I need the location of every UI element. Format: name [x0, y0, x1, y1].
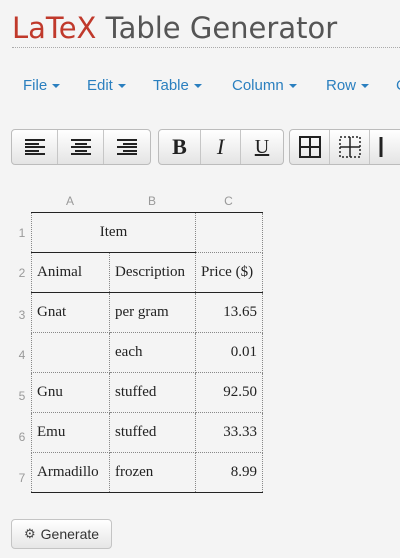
generate-label: Generate [40, 526, 100, 542]
table-row: Item [31, 212, 263, 253]
caret-down-icon [117, 84, 126, 89]
table-cell[interactable]: Item [31, 212, 196, 253]
text-format-group: B I U [158, 129, 284, 165]
table-cell[interactable]: stuffed [109, 412, 196, 453]
alignment-group [11, 129, 151, 165]
underline-icon: U [254, 136, 270, 158]
table-cell[interactable]: Description [109, 252, 196, 293]
table-row: Emu stuffed 33.33 [31, 412, 263, 453]
row-header-2[interactable]: 2 [14, 266, 30, 280]
menu-cell[interactable]: C [396, 76, 400, 96]
table-cell[interactable]: 0.01 [195, 332, 263, 373]
table-cell[interactable]: frozen [109, 452, 196, 493]
inner-borders-button[interactable] [330, 130, 371, 164]
column-header-b[interactable]: B [109, 194, 195, 208]
table-cell[interactable]: 13.65 [195, 292, 263, 333]
table-cell[interactable]: 8.99 [195, 452, 263, 493]
table-cell[interactable]: Price ($) [195, 252, 263, 293]
caret-down-icon [288, 84, 297, 89]
row-header-4[interactable]: 4 [14, 348, 30, 362]
table-cell[interactable] [195, 212, 263, 253]
row-header-6[interactable]: 6 [14, 430, 30, 444]
menu-row[interactable]: Row [326, 76, 370, 96]
menu-bar: File Edit Table Column Row C [0, 76, 400, 96]
menu-table[interactable]: Table [153, 76, 202, 96]
underline-button[interactable]: U [241, 130, 283, 164]
row-header-7[interactable]: 7 [14, 471, 30, 485]
align-left-button[interactable] [12, 130, 58, 164]
inner-borders-icon [338, 136, 361, 158]
menu-column[interactable]: Column [232, 76, 297, 96]
title-brand: LaTeX [12, 11, 97, 45]
generate-button[interactable]: ⚙ Generate [11, 519, 113, 549]
table-cell[interactable]: Emu [31, 412, 110, 453]
table-cell[interactable]: Gnu [31, 372, 110, 413]
table-cell[interactable]: per gram [109, 292, 196, 333]
column-header-c[interactable]: C [195, 194, 262, 208]
align-right-icon [117, 139, 137, 155]
table-cell[interactable]: Animal [31, 252, 110, 293]
align-left-icon [24, 139, 45, 155]
table-cell[interactable]: 33.33 [195, 412, 263, 453]
border-group [289, 129, 400, 165]
title-text: Table Generator [96, 11, 338, 45]
page-title: LaTeX Table Generator [12, 8, 337, 48]
table-cell[interactable]: 92.50 [195, 372, 263, 413]
italic-button[interactable]: I [201, 130, 241, 164]
table-cell[interactable]: stuffed [109, 372, 196, 413]
left-border-icon [379, 137, 383, 157]
bold-icon: B [172, 134, 187, 159]
title-divider [12, 47, 400, 48]
menu-file[interactable]: File [23, 76, 61, 96]
table-cell[interactable]: each [109, 332, 196, 373]
table-row: Armadillo frozen 8.99 [31, 452, 263, 493]
bold-button[interactable]: B [159, 130, 201, 164]
column-header-a[interactable]: A [31, 194, 109, 208]
table-row: each 0.01 [31, 332, 263, 373]
all-borders-button[interactable] [290, 130, 331, 164]
table-row: Gnu stuffed 92.50 [31, 372, 263, 413]
menu-edit[interactable]: Edit [87, 76, 126, 96]
caret-down-icon [193, 84, 202, 89]
table-grid: Item Animal Description Price ($) Gnat p… [31, 212, 263, 493]
all-borders-icon [298, 136, 321, 158]
row-header-3[interactable]: 3 [14, 308, 30, 322]
caret-down-icon [52, 84, 61, 89]
left-border-button[interactable] [370, 130, 400, 164]
row-header-5[interactable]: 5 [14, 389, 30, 403]
row-header-1[interactable]: 1 [14, 226, 30, 240]
align-center-icon [70, 139, 91, 155]
format-toolbar: B I U [0, 129, 400, 165]
table-cell[interactable]: Gnat [31, 292, 110, 333]
table-cell[interactable]: Armadillo [31, 452, 110, 493]
table-cell[interactable] [31, 332, 110, 373]
gears-icon: ⚙ [24, 526, 36, 541]
align-center-button[interactable] [58, 130, 104, 164]
table-row: Gnat per gram 13.65 [31, 292, 263, 333]
align-right-button[interactable] [104, 130, 150, 164]
caret-down-icon [361, 84, 370, 89]
table-row: Animal Description Price ($) [31, 252, 263, 293]
italic-icon: I [216, 134, 225, 159]
